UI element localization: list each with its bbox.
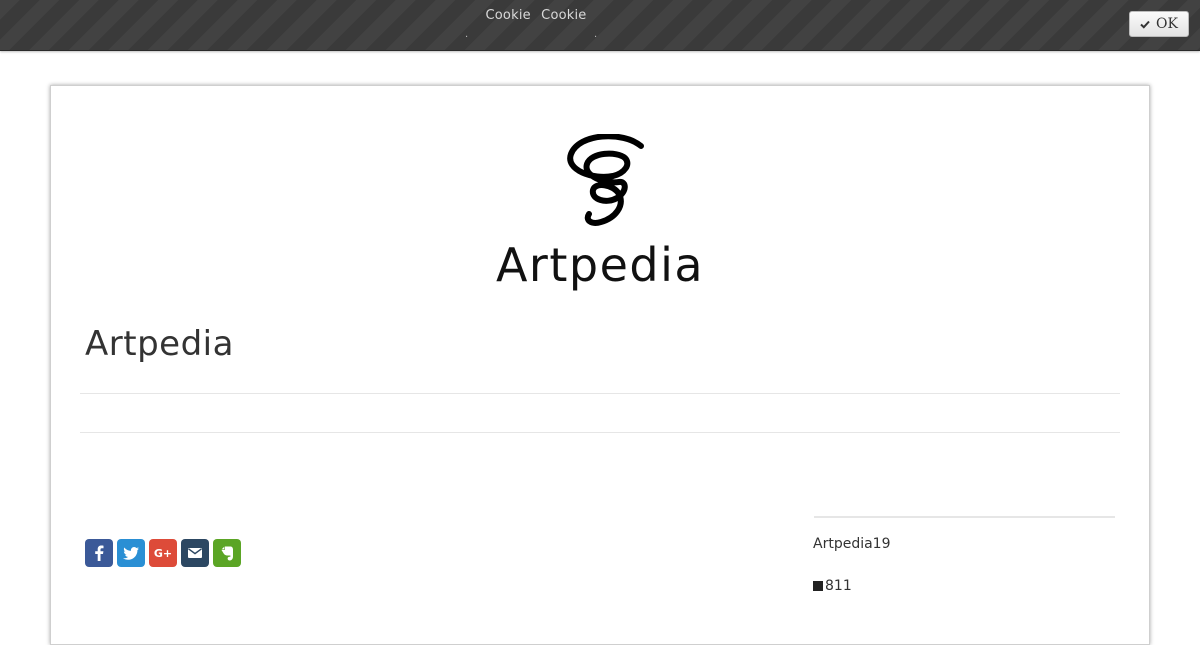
- cookie-bar: Cookie Cookie . . OK: [0, 0, 1200, 51]
- content-card: Artpedia Artpedia G+ Artpedia19 811: [50, 85, 1150, 645]
- email-icon: [188, 548, 202, 558]
- cookie-text-1: Cookie: [485, 8, 531, 23]
- cookie-dot-right: .: [594, 29, 598, 40]
- facebook-share-button[interactable]: [85, 539, 113, 567]
- email-share-button[interactable]: [181, 539, 209, 567]
- sidebar-divider: [814, 516, 1115, 518]
- evernote-share-button[interactable]: [213, 539, 241, 567]
- square-icon: [813, 581, 823, 591]
- divider: [80, 393, 1120, 394]
- evernote-icon: [221, 546, 233, 560]
- twitter-icon: [123, 546, 139, 560]
- sidebar-value: 811: [825, 578, 852, 594]
- cookie-ok-button[interactable]: OK: [1129, 11, 1189, 37]
- divider: [80, 432, 1120, 433]
- checkmark-icon: [1140, 20, 1150, 29]
- tornado-swirl-logo-icon[interactable]: [561, 134, 649, 234]
- cookie-message: Cookie Cookie: [0, 8, 1072, 23]
- google-plus-icon: G+: [153, 546, 173, 560]
- sidebar-text-1: Artpedia19: [813, 536, 891, 552]
- page-title: Artpedia: [85, 324, 234, 364]
- cookie-ok-label: OK: [1156, 16, 1178, 32]
- cookie-text-2: Cookie: [541, 8, 587, 23]
- facebook-icon: [95, 545, 104, 561]
- logo-text[interactable]: Artpedia: [51, 237, 1149, 293]
- cookie-dot-left: .: [465, 29, 469, 40]
- twitter-share-button[interactable]: [117, 539, 145, 567]
- sidebar-text-2: 811: [813, 578, 852, 594]
- share-buttons: G+: [85, 539, 241, 567]
- google-plus-share-button[interactable]: G+: [149, 539, 177, 567]
